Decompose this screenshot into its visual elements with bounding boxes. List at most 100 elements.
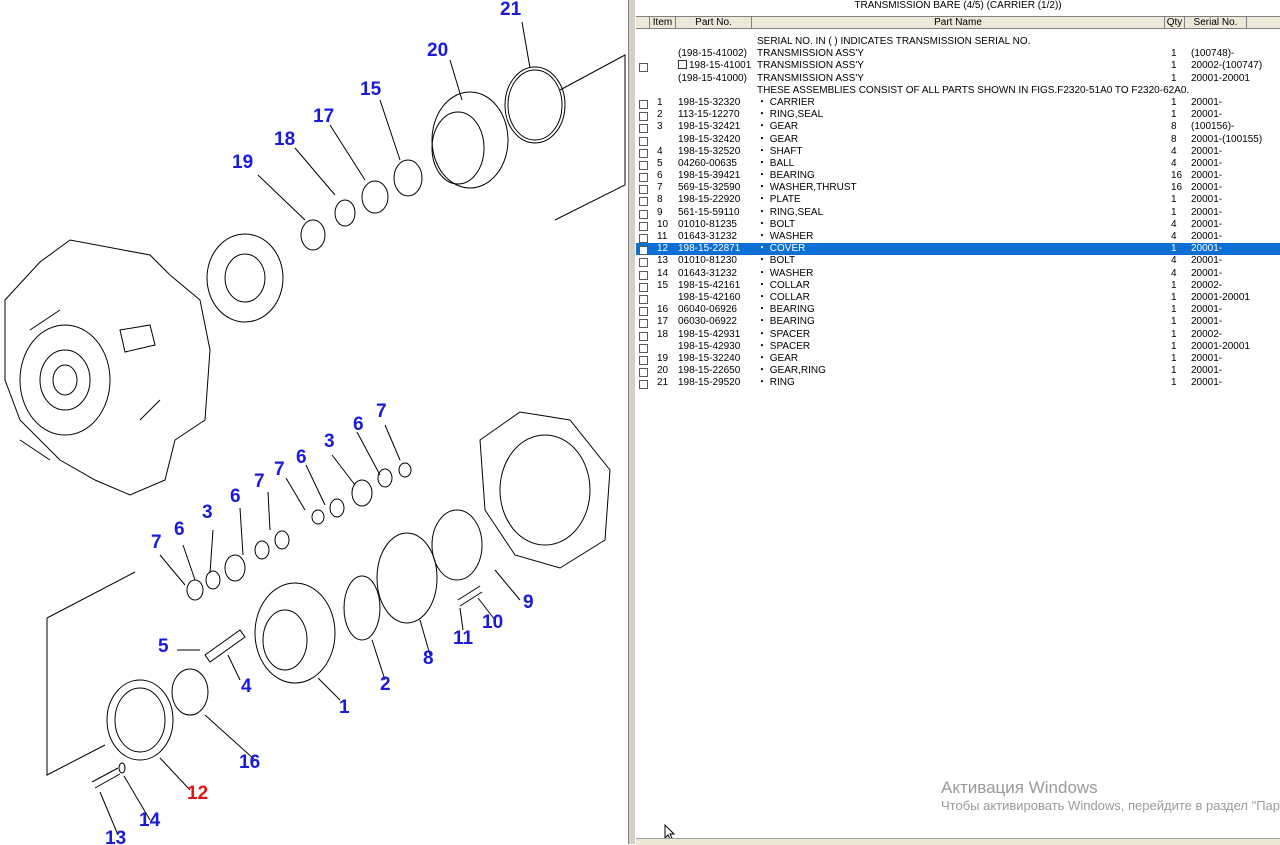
row-checkbox[interactable] bbox=[639, 234, 648, 243]
row-checkbox[interactable] bbox=[639, 197, 648, 207]
part-number: 198-15-22650 bbox=[678, 365, 741, 377]
callout-17[interactable]: 17 bbox=[313, 107, 334, 126]
quantity: 1 bbox=[1171, 279, 1177, 291]
table-row-selected[interactable]: 12 198-15-22871 ・ COVER 1 20001- bbox=[636, 243, 1280, 256]
note-row[interactable]: THESE ASSEMBLIES CONSIST OF ALL PARTS SH… bbox=[636, 85, 1280, 97]
table-row[interactable]: 19 198-15-32240 ・ GEAR 1 20001- bbox=[636, 353, 1280, 365]
parts-diagram-pane[interactable]: 21 20 15 17 18 19 7 6 3 6 7 7 6 3 6 7 5 … bbox=[0, 0, 628, 844]
serial-number: 20001- bbox=[1191, 170, 1223, 182]
quantity: 1 bbox=[1171, 316, 1177, 328]
callout-20[interactable]: 20 bbox=[427, 41, 448, 60]
callout-6[interactable]: 6 bbox=[174, 520, 185, 539]
col-qty[interactable]: Qty bbox=[1165, 17, 1185, 28]
callout-8[interactable]: 8 bbox=[423, 649, 434, 668]
callout-11[interactable]: 11 bbox=[453, 629, 473, 648]
row-checkbox[interactable] bbox=[639, 258, 648, 268]
row-checkbox[interactable] bbox=[639, 319, 648, 329]
table-row[interactable]: 3 198-15-32421 ・ GEAR 8 (100156)- bbox=[636, 121, 1280, 134]
callout-6[interactable]: 6 bbox=[230, 487, 241, 506]
assembly-row[interactable]: 198-15-41001 TRANSMISSION ASS'Y 1 20002-(10… bbox=[636, 60, 1280, 73]
part-name: TRANSMISSION ASS'Y bbox=[757, 48, 864, 60]
callout-19[interactable]: 19 bbox=[232, 153, 253, 172]
table-row[interactable]: 9 561-15-59110 ・ RING,SEAL 1 20001- bbox=[636, 207, 1280, 219]
callout-6[interactable]: 6 bbox=[296, 448, 307, 467]
callout-6[interactable]: 6 bbox=[353, 415, 364, 434]
callout-7[interactable]: 7 bbox=[254, 472, 265, 491]
callout-3[interactable]: 3 bbox=[324, 432, 335, 451]
row-checkbox[interactable] bbox=[639, 160, 648, 170]
assembly-row[interactable]: (198-15-41000) TRANSMISSION ASS'Y 1 20001-2… bbox=[636, 73, 1280, 85]
callout-2[interactable]: 2 bbox=[380, 675, 391, 694]
table-row[interactable]: 2 113-15-12270 ・ RING,SEAL 1 20001- bbox=[636, 109, 1280, 122]
col-item[interactable]: Item bbox=[650, 17, 676, 28]
row-checkbox[interactable] bbox=[639, 124, 648, 134]
table-row[interactable]: 198-15-42160 ・ COLLAR 1 20001-20001 bbox=[636, 292, 1280, 304]
callout-10[interactable]: 10 bbox=[482, 613, 503, 632]
callout-13[interactable]: 13 bbox=[105, 829, 126, 844]
col-part-no[interactable]: Part No. bbox=[676, 17, 752, 28]
table-row[interactable]: 15 198-15-42161 ・ COLLAR 1 20002- bbox=[636, 280, 1280, 292]
quantity: 1 bbox=[1171, 377, 1177, 389]
table-row[interactable]: 21 198-15-29520 ・ RING 1 20001- bbox=[636, 377, 1280, 390]
table-row[interactable]: 20 198-15-22650 ・ GEAR,RING 1 20001- bbox=[636, 365, 1280, 378]
row-checkbox[interactable] bbox=[639, 343, 648, 353]
callout-14[interactable]: 14 bbox=[139, 811, 160, 830]
item-number: 10 bbox=[657, 218, 669, 230]
row-checkbox[interactable] bbox=[639, 221, 648, 231]
table-row[interactable]: 13 01010-81230 ・ BOLT 4 20001- bbox=[636, 255, 1280, 268]
row-checkbox[interactable] bbox=[639, 355, 648, 365]
table-row[interactable]: 4 198-15-32520 ・ SHAFT 4 20001- bbox=[636, 146, 1280, 158]
table-row[interactable]: 11 01643-31232 ・ WASHER 4 20001- bbox=[636, 231, 1280, 243]
row-checkbox[interactable] bbox=[639, 282, 648, 292]
row-checkbox[interactable] bbox=[639, 112, 648, 122]
callout-4[interactable]: 4 bbox=[241, 677, 252, 696]
row-checkbox[interactable] bbox=[639, 99, 648, 109]
callout-7[interactable]: 7 bbox=[274, 460, 285, 479]
parts-list-pane[interactable]: TRANSMISSION BARE (4/5) (CARRIER (1/2)) … bbox=[636, 0, 1280, 844]
note-row[interactable]: SERIAL NO. IN ( ) INDICATES TRANSMISSION… bbox=[636, 36, 1280, 48]
row-checkbox[interactable] bbox=[639, 148, 648, 158]
table-row[interactable]: 17 06030-06922 ・ BEARING 1 20001- bbox=[636, 316, 1280, 329]
row-checkbox[interactable] bbox=[639, 307, 648, 317]
callout-12-selected[interactable]: 12 bbox=[187, 784, 208, 803]
callout-21[interactable]: 21 bbox=[500, 0, 521, 19]
row-checkbox[interactable] bbox=[639, 246, 648, 256]
row-checkbox[interactable] bbox=[639, 331, 648, 341]
checkbox-icon[interactable] bbox=[678, 60, 687, 70]
row-checkbox[interactable] bbox=[639, 173, 648, 183]
row-checkbox[interactable] bbox=[639, 368, 648, 378]
table-row[interactable]: 6 198-15-39421 ・ BEARING 16 20001- bbox=[636, 170, 1280, 183]
row-checkbox[interactable] bbox=[639, 380, 648, 390]
row-checkbox[interactable] bbox=[639, 136, 648, 146]
pane-splitter[interactable] bbox=[628, 0, 636, 844]
table-row[interactable]: 14 01643-31232 ・ WASHER 4 20001- bbox=[636, 268, 1280, 280]
callout-7[interactable]: 7 bbox=[376, 402, 387, 421]
callout-15[interactable]: 15 bbox=[360, 80, 381, 99]
callout-18[interactable]: 18 bbox=[274, 130, 295, 149]
table-row[interactable]: 18 198-15-42931 ・ SPACER 1 20002- bbox=[636, 329, 1280, 341]
assembly-row[interactable]: (198-15-41002) TRANSMISSION ASS'Y 1 (100748… bbox=[636, 48, 1280, 60]
row-checkbox[interactable] bbox=[639, 185, 648, 195]
callout-1[interactable]: 1 bbox=[339, 698, 350, 717]
callout-7[interactable]: 7 bbox=[151, 533, 162, 552]
table-row[interactable]: 5 04260-00635 ・ BALL 4 20001- bbox=[636, 158, 1280, 170]
table-row[interactable]: 8 198-15-22920 ・ PLATE 1 20001- bbox=[636, 194, 1280, 207]
table-row[interactable]: 198-15-42930 ・ SPACER 1 20001-20001 bbox=[636, 341, 1280, 353]
row-checkbox[interactable] bbox=[639, 63, 648, 73]
table-row[interactable]: 7 569-15-32590 ・ WASHER,THRUST 16 20001- bbox=[636, 182, 1280, 195]
part-number: 01010-81230 bbox=[678, 255, 737, 267]
table-row[interactable]: 198-15-32420 ・ GEAR 8 20001-(100155) bbox=[636, 134, 1280, 146]
table-row[interactable]: 1 198-15-32320 ・ CARRIER 1 20001- bbox=[636, 97, 1280, 109]
col-part-name[interactable]: Part Name bbox=[752, 17, 1165, 28]
callout-9[interactable]: 9 bbox=[523, 593, 534, 612]
callout-3[interactable]: 3 bbox=[202, 503, 213, 522]
callout-16[interactable]: 16 bbox=[239, 753, 260, 772]
row-checkbox[interactable] bbox=[639, 294, 648, 304]
table-row[interactable]: 10 01010-81235 ・ BOLT 4 20001- bbox=[636, 219, 1280, 231]
row-checkbox[interactable] bbox=[639, 209, 648, 219]
row-checkbox[interactable] bbox=[639, 270, 648, 280]
col-serial-no[interactable]: Serial No. bbox=[1185, 17, 1247, 28]
col-check[interactable] bbox=[636, 17, 650, 28]
callout-5[interactable]: 5 bbox=[158, 637, 169, 656]
table-row[interactable]: 16 06040-06926 ・ BEARING 1 20001- bbox=[636, 304, 1280, 317]
